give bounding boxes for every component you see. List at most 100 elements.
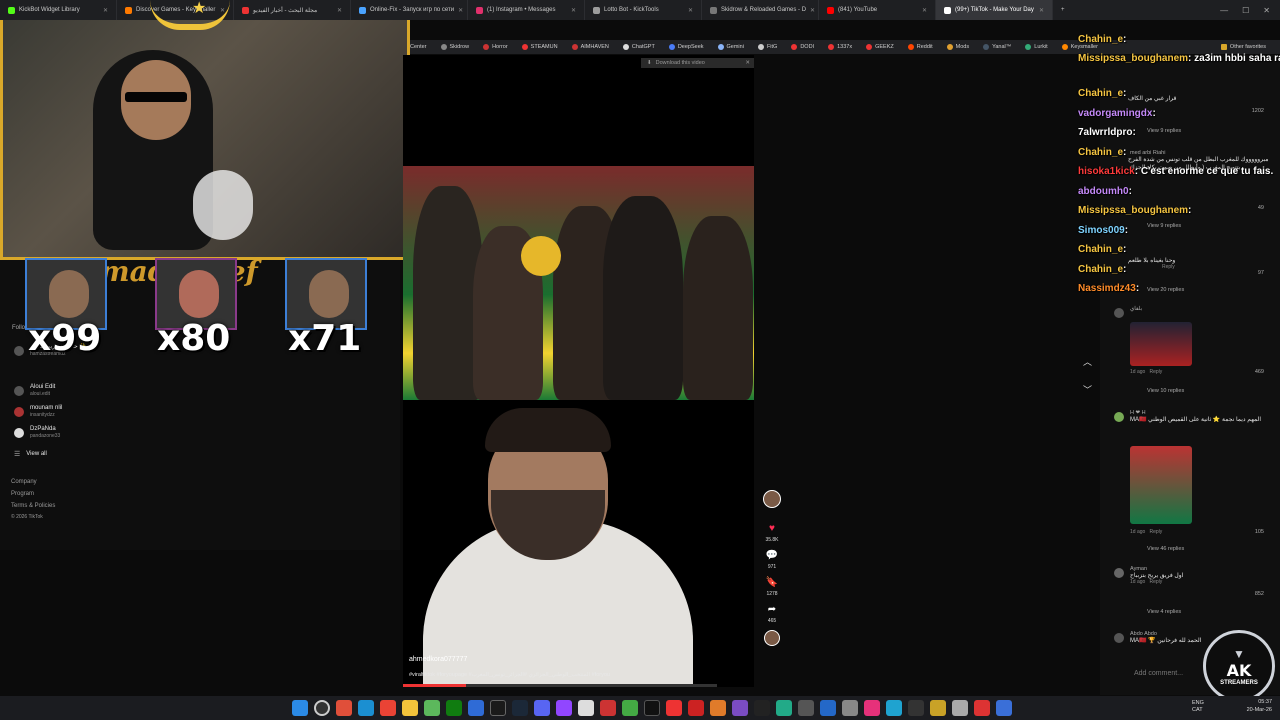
view-replies-link[interactable]: View 9 replies [1147,128,1181,134]
bookmark-lurkit[interactable]: Lurkit [1025,44,1048,50]
view-replies-link[interactable]: View 46 replies [1147,546,1184,552]
following-account[interactable]: DzPaNda pandazone33 [14,426,60,439]
bookmark-skidrow[interactable]: Skidrow [440,44,469,50]
comment-image[interactable] [1130,446,1192,524]
twitch-icon[interactable] [556,700,572,716]
app-icon[interactable] [996,700,1012,716]
tab-tiktok[interactable]: (99+) TikTok - Make Your Day ✕ [936,0,1053,20]
maximize-icon[interactable]: ☐ [1242,6,1249,15]
bookmark-dodi[interactable]: DODI [791,44,814,50]
add-comment-input[interactable]: Add comment... [1134,670,1183,677]
discord-icon[interactable] [534,700,550,716]
app-icon[interactable] [468,700,484,716]
following-account[interactable]: mounam nlil insanitydzz [14,405,62,418]
app-icon[interactable] [798,700,814,716]
tab-instagram[interactable]: (1) Instagram • Messages ✕ [468,0,585,20]
app-icon[interactable] [908,700,924,716]
author-avatar[interactable] [763,490,781,508]
app-icon[interactable] [424,700,440,716]
heart-icon[interactable]: ♥ [769,524,775,534]
xbox-icon[interactable] [446,700,462,716]
view-replies-link[interactable]: View 4 replies [1147,609,1181,615]
footer-terms[interactable]: Terms & Policies [11,503,55,509]
tab-youtube[interactable]: (841) YouTube ✕ [819,0,936,20]
close-icon[interactable]: ✕ [810,7,815,14]
view-replies-link[interactable]: View 20 replies [1147,287,1184,293]
download-video-banner[interactable]: ⬇ Download this video ✕ [641,58,754,68]
bookmark-reddit[interactable]: Reddit [907,44,933,50]
app-icon[interactable] [732,700,748,716]
windows-start-icon[interactable] [292,700,308,716]
bookmark-mods[interactable]: Mods [946,44,969,50]
system-clock[interactable]: 05:37 20-Mar-26 [1247,698,1272,714]
following-account[interactable]: Aloui Edit aloui.edit [14,384,55,397]
comment-likes[interactable]: 852 [1255,591,1264,597]
close-icon[interactable]: ✕ [458,7,463,14]
close-icon[interactable]: ✕ [745,60,750,66]
chevron-up-icon[interactable]: ︿ [1083,355,1092,368]
comment-image[interactable] [1130,322,1192,366]
comment-likes[interactable]: 49 [1258,205,1264,211]
settings-icon[interactable] [952,700,968,716]
comment-likes[interactable]: 1202 [1252,108,1264,114]
comment-author[interactable]: بلقاي [1130,306,1280,312]
view-all-link[interactable]: ☰ View all [14,450,47,459]
app-icon[interactable] [842,700,858,716]
bookmark-icon[interactable]: 🔖 [766,578,778,588]
edge-icon[interactable] [358,700,374,716]
comment-icon[interactable]: 💬 [766,551,778,561]
view-replies-link[interactable]: View 10 replies [1147,388,1184,394]
steam-icon[interactable] [512,700,528,716]
app-icon[interactable] [600,700,616,716]
comment-likes[interactable]: 97 [1258,270,1264,276]
app-icon[interactable] [754,700,770,716]
avatar[interactable] [1114,412,1124,422]
app-icon[interactable] [490,700,506,716]
close-icon[interactable]: ✕ [337,7,342,14]
bookmark-aimhaven[interactable]: AIMHAVEN [571,44,609,50]
avatar[interactable] [1114,308,1124,318]
bookmark-horror[interactable]: Horror [483,44,508,50]
app-icon[interactable] [974,700,990,716]
file-explorer-icon[interactable] [402,700,418,716]
footer-company[interactable]: Company [11,479,37,485]
sound-disc-icon[interactable] [764,630,780,646]
reply-button[interactable]: Reply [1149,369,1162,375]
search-icon[interactable] [314,700,330,716]
video-author[interactable]: ahmedkora077777 [409,656,467,663]
close-icon[interactable]: ✕ [922,7,927,14]
avatar[interactable] [1114,633,1124,643]
bookmark-center[interactable]: Center [410,44,427,50]
app-icon[interactable] [688,700,704,716]
app-icon[interactable] [578,700,594,716]
video-progress-bar[interactable] [403,684,717,687]
app-icon[interactable] [930,700,946,716]
bookmark-deepseek[interactable]: DeepSeek [668,44,704,50]
brave-icon[interactable] [336,700,352,716]
tab-news[interactable]: مجلة البحث - أخبار الفيديو ✕ [234,0,351,20]
chevron-down-icon[interactable]: ﹀ [1083,383,1092,396]
tab-lotto-bot[interactable]: Lotto Bot - KickTools ✕ [585,0,702,20]
app-icon[interactable] [820,700,836,716]
bookmark-fitg[interactable]: FitG [757,44,777,50]
close-icon[interactable]: ✕ [1039,7,1044,14]
bookmark-yanal[interactable]: Yanal™ [983,44,1011,50]
reply-button[interactable]: Reply [1149,579,1162,585]
comment-likes[interactable]: 105 [1255,529,1264,535]
language-indicator[interactable]: ENG CAT [1192,700,1204,714]
footer-program[interactable]: Program [11,491,34,497]
new-tab-button[interactable]: + [1053,0,1077,20]
bookmark-steamun[interactable]: STEAMUN [521,44,558,50]
share-icon[interactable]: ➦ [768,605,776,615]
close-icon[interactable]: ✕ [688,7,693,14]
app-icon[interactable] [886,700,902,716]
bookmark-other-favorites[interactable]: Other favorites [1220,44,1266,50]
youtube-icon[interactable] [666,700,682,716]
tiktok-icon[interactable] [644,700,660,716]
comment-likes[interactable]: 469 [1255,369,1264,375]
minimize-icon[interactable]: — [1220,6,1228,15]
bookmark-gemini[interactable]: Gemini [717,44,744,50]
bookmark-1337x[interactable]: 1337x [828,44,852,50]
close-icon[interactable]: ✕ [103,7,108,14]
chrome-icon[interactable] [380,700,396,716]
